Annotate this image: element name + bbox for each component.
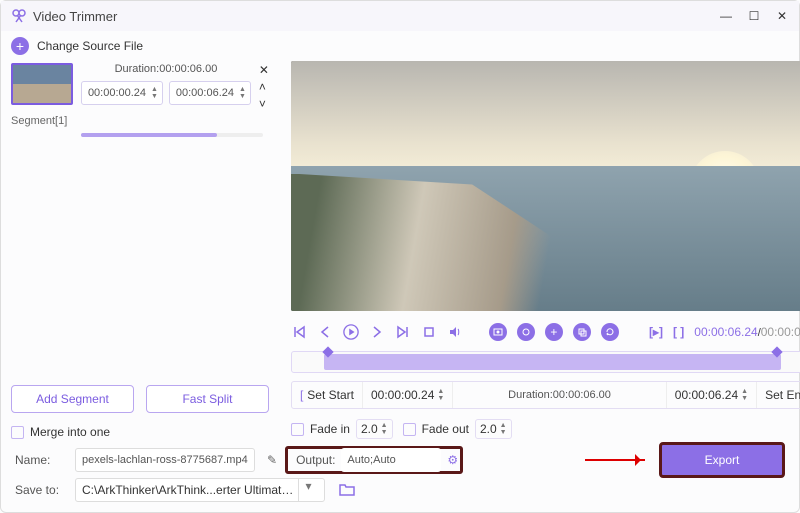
segment-up-icon[interactable]: ˄ xyxy=(259,80,269,94)
segment-label: Segment[1] xyxy=(11,115,269,127)
change-source-button[interactable]: Change Source File xyxy=(37,39,143,53)
fade-in-input[interactable]: 2.0▲▼ xyxy=(356,419,393,439)
path-dropdown-icon[interactable]: ▾ xyxy=(298,479,318,501)
footer: Name: pexels-lachlan-ross-8775687.mp4 ✎ … xyxy=(1,439,799,511)
time-display: 00:00:06.24/00:00:08.02 xyxy=(694,325,800,339)
loop-icon[interactable] xyxy=(601,323,619,341)
segment-close-icon[interactable]: ✕ xyxy=(259,63,269,77)
name-label: Name: xyxy=(15,453,67,467)
mark-in-icon[interactable]: [▸] xyxy=(649,325,663,339)
segment-slider[interactable] xyxy=(81,133,263,137)
annotation-arrow-icon xyxy=(585,459,645,461)
video-preview[interactable] xyxy=(291,61,800,311)
top-toolbar: + Change Source File xyxy=(1,31,799,61)
minimize-button[interactable]: — xyxy=(719,9,733,23)
fade-out-input[interactable]: 2.0▲▼ xyxy=(475,419,512,439)
trim-range-bar: [Set Start 00:00:00.24▲▼ Duration:00:00:… xyxy=(291,381,800,409)
segment-start-input[interactable]: 00:00:00.24▲▼ xyxy=(81,81,163,105)
output-settings-icon[interactable]: ⚙ xyxy=(447,453,458,467)
close-button[interactable]: ✕ xyxy=(775,9,789,23)
segments-panel: Duration:00:00:06.00 00:00:00.24▲▼ 00:00… xyxy=(1,61,279,439)
edit-name-icon[interactable]: ✎ xyxy=(267,453,277,467)
segment-end-input[interactable]: 00:00:06.24▲▼ xyxy=(169,81,251,105)
fade-in-checkbox[interactable] xyxy=(291,423,304,436)
volume-icon[interactable] xyxy=(447,324,463,340)
fade-out-checkbox[interactable] xyxy=(403,423,416,436)
add-clip-icon[interactable]: + xyxy=(545,323,563,341)
next-frame-icon[interactable] xyxy=(369,324,385,340)
stop-icon[interactable] xyxy=(421,324,437,340)
name-field[interactable]: pexels-lachlan-ross-8775687.mp4 xyxy=(75,448,255,472)
snapshot-icon[interactable] xyxy=(489,323,507,341)
title-bar: Video Trimmer — ☐ ✕ xyxy=(1,1,799,31)
segment-down-icon[interactable]: ˅ xyxy=(259,97,269,111)
trim-start-input[interactable]: 00:00:00.24▲▼ xyxy=(363,382,453,408)
skip-end-icon[interactable] xyxy=(395,324,411,340)
add-segment-button[interactable]: Add Segment xyxy=(11,385,134,413)
mark-out-icon[interactable]: [ ] xyxy=(673,325,684,339)
save-to-label: Save to: xyxy=(15,483,67,497)
output-highlight: Output: Auto;Auto ⚙ xyxy=(285,446,463,474)
segment-row[interactable]: Duration:00:00:06.00 00:00:00.24▲▼ 00:00… xyxy=(11,63,269,111)
segment-thumbnail[interactable] xyxy=(11,63,73,105)
play-icon[interactable] xyxy=(343,324,359,340)
output-label: Output: xyxy=(296,453,335,467)
prev-frame-icon[interactable] xyxy=(317,324,333,340)
set-end-button[interactable]: Set End] xyxy=(757,382,800,408)
merge-checkbox[interactable] xyxy=(11,426,24,439)
export-button[interactable]: Export xyxy=(659,442,785,478)
add-source-icon[interactable]: + xyxy=(11,37,29,55)
fade-in-label: Fade in xyxy=(310,422,350,436)
spinner-icon[interactable]: ▲▼ xyxy=(151,86,158,100)
output-field[interactable]: Auto;Auto xyxy=(341,448,441,472)
timeline-slider[interactable] xyxy=(291,351,800,373)
app-logo-icon xyxy=(11,8,27,24)
fade-out-label: Fade out xyxy=(422,422,469,436)
spinner-icon[interactable]: ▲▼ xyxy=(239,86,246,100)
segment-duration: Duration:00:00:06.00 xyxy=(115,63,218,75)
open-folder-icon[interactable] xyxy=(339,482,355,499)
trim-duration: Duration:00:00:06.00 xyxy=(453,382,666,408)
skip-start-icon[interactable] xyxy=(291,324,307,340)
save-to-field[interactable]: C:\ArkThinker\ArkThink...erter Ultimate\… xyxy=(75,478,325,502)
preview-panel: + [▸] [ ] 00:00:06.24/00:00:08.02 [Set S… xyxy=(279,61,800,439)
set-start-button[interactable]: [Set Start xyxy=(292,382,363,408)
copy-clip-icon[interactable] xyxy=(573,323,591,341)
merge-label: Merge into one xyxy=(30,425,110,439)
fast-split-button[interactable]: Fast Split xyxy=(146,385,269,413)
screenshot-icon[interactable] xyxy=(517,323,535,341)
maximize-button[interactable]: ☐ xyxy=(747,9,761,23)
trim-end-input[interactable]: 00:00:06.24▲▼ xyxy=(667,382,757,408)
window-title: Video Trimmer xyxy=(33,9,117,24)
player-controls: + [▸] [ ] 00:00:06.24/00:00:08.02 xyxy=(291,317,800,347)
